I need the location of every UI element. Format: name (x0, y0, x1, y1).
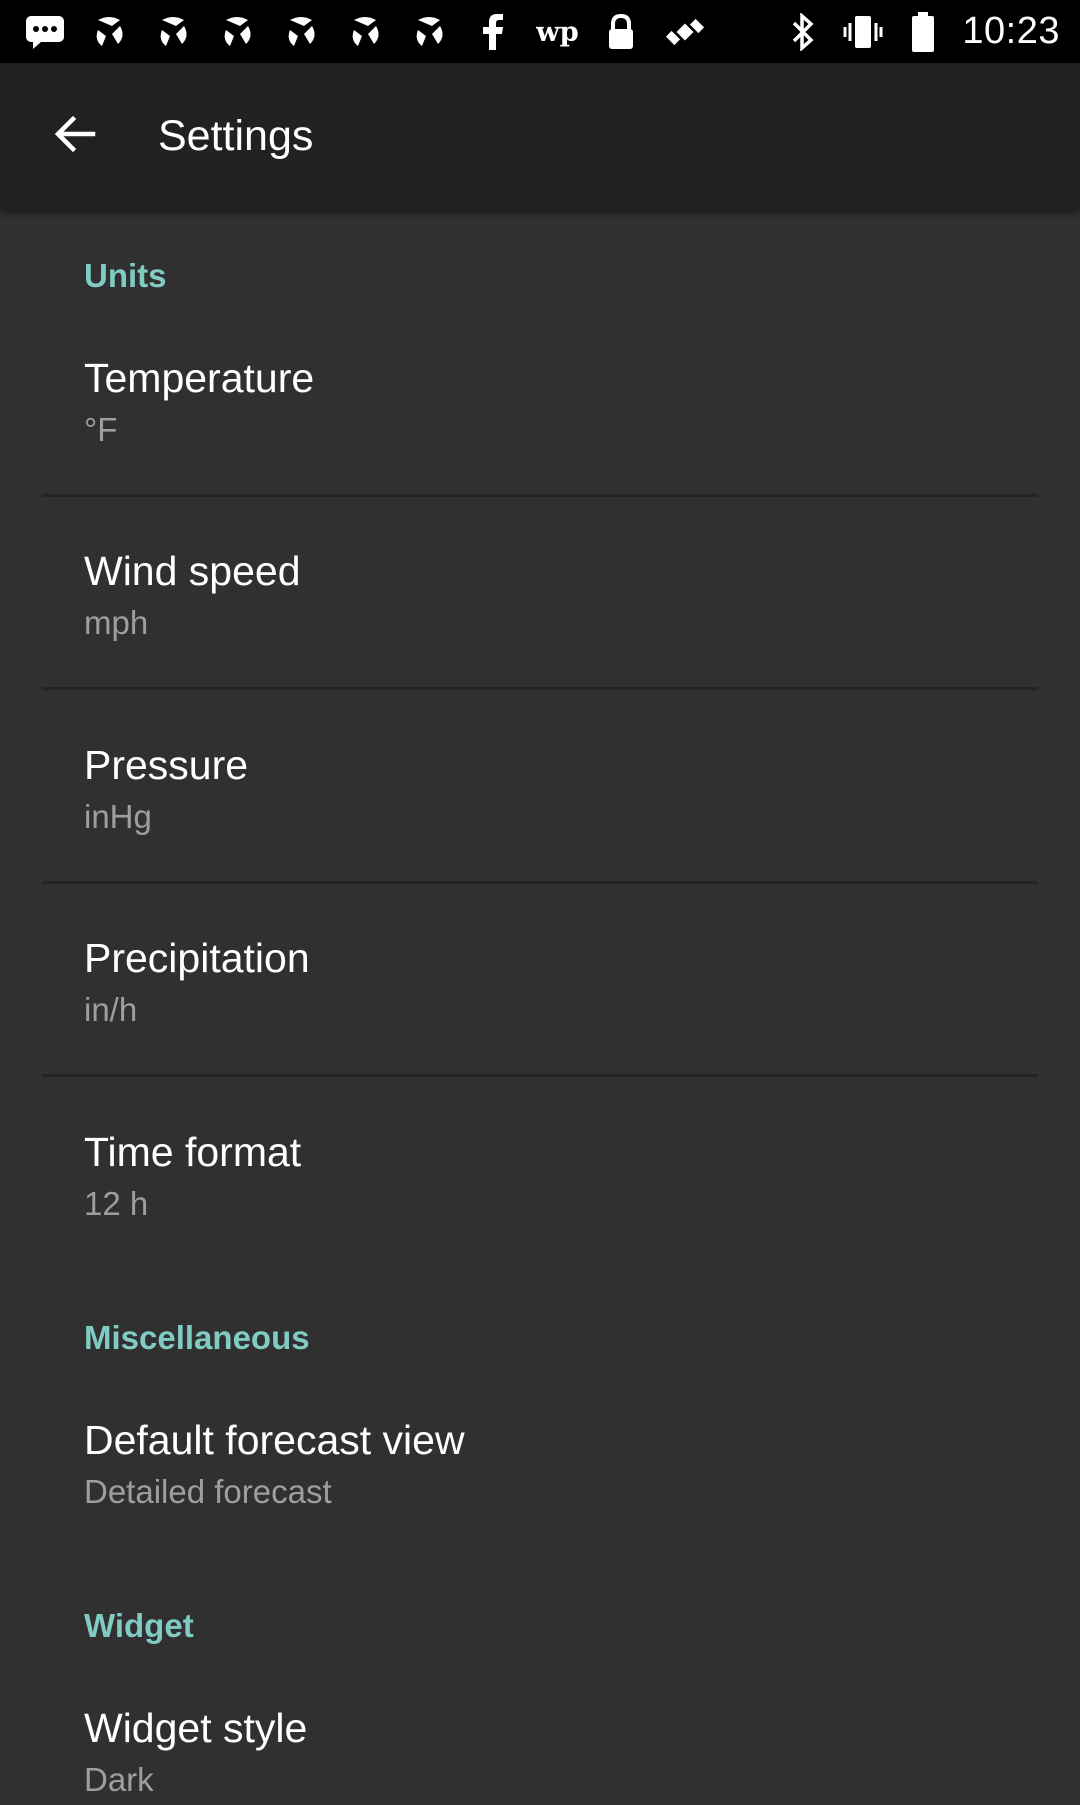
section-header-widget: Widget (84, 1607, 194, 1644)
pinwheel-icon (216, 11, 258, 53)
pref-summary: Detailed forecast (84, 1473, 332, 1510)
pref-summary: inHg (84, 798, 152, 835)
pref-summary: in/h (84, 991, 138, 1028)
pref-summary: 12 h (84, 1185, 149, 1222)
battery-icon (902, 11, 944, 53)
pinwheel-icon (88, 11, 130, 53)
section-header-miscellaneous: Miscellaneous (84, 1319, 310, 1356)
pref-default-forecast-view[interactable]: Default forecast view Detailed forecast (0, 1417, 1080, 1607)
pref-title: Default forecast view (84, 1417, 465, 1463)
facebook-icon (472, 11, 514, 53)
pref-summary: mph (84, 604, 149, 641)
pinwheel-icon (344, 11, 386, 53)
message-icon (24, 11, 66, 53)
notification-icons: wp (24, 0, 706, 63)
pref-title: Pressure (84, 742, 249, 788)
pref-wind-speed[interactable]: Wind speed mph (0, 548, 1080, 738)
divider (42, 494, 1038, 497)
system-icons: 10:23 (782, 0, 1060, 63)
status-bar: wp 10:23 (0, 0, 1080, 63)
pref-summary: °F (84, 411, 118, 448)
page-title: Settings (158, 112, 314, 160)
pref-title: Time format (84, 1129, 302, 1175)
pref-title: Temperature (84, 355, 315, 401)
satellite-icon (664, 11, 706, 53)
app-bar: Settings (0, 63, 1080, 210)
pref-title: Precipitation (84, 935, 310, 981)
vibrate-icon (842, 11, 884, 53)
lock-icon (600, 11, 642, 53)
pref-summary: Dark (84, 1761, 154, 1798)
clock: 10:23 (962, 10, 1060, 52)
divider (42, 687, 1038, 690)
pinwheel-icon (408, 11, 450, 53)
arrow-back-icon (53, 112, 97, 161)
pref-temperature[interactable]: Temperature °F (0, 355, 1080, 545)
pref-title: Wind speed (84, 548, 301, 594)
pref-widget-style[interactable]: Widget style Dark (0, 1705, 1080, 1805)
section-header-units: Units (84, 257, 167, 294)
divider (42, 881, 1038, 884)
pref-title: Widget style (84, 1705, 308, 1751)
pinwheel-icon (280, 11, 322, 53)
bluetooth-icon (782, 11, 824, 53)
pref-pressure[interactable]: Pressure inHg (0, 742, 1080, 932)
pref-time-format[interactable]: Time format 12 h (0, 1129, 1080, 1319)
pref-precipitation[interactable]: Precipitation in/h (0, 935, 1080, 1125)
svg-text:wp: wp (536, 16, 578, 48)
back-button[interactable] (30, 91, 120, 181)
pinwheel-icon (152, 11, 194, 53)
washington-post-icon: wp (536, 11, 578, 53)
divider (42, 1074, 1038, 1077)
